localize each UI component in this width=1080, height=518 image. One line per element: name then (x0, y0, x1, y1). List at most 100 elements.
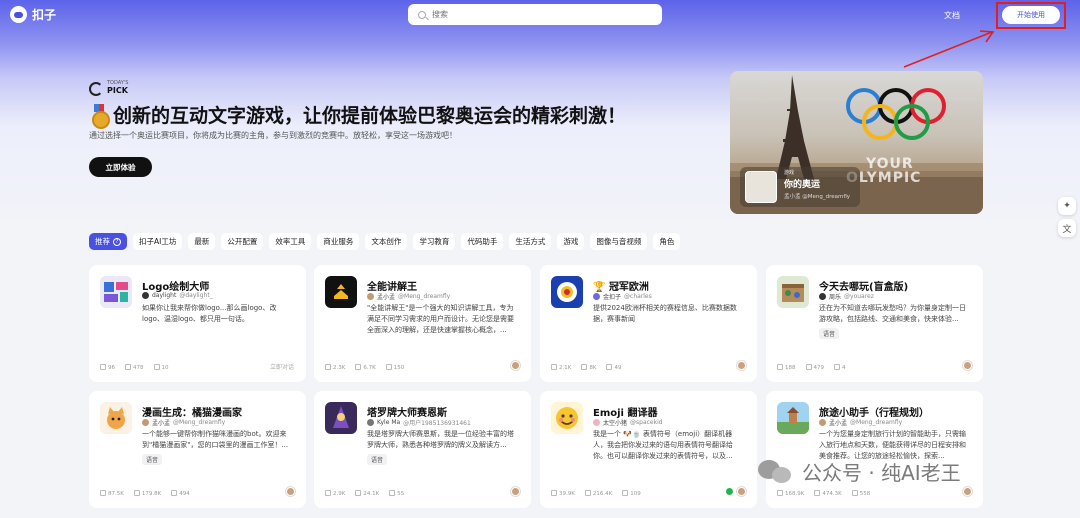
hero-title-text: 创新的互动文字游戏，让你提前体验巴黎奥运会的精彩刺激！ (113, 105, 627, 127)
bot-card[interactable]: 今天去哪玩(盲盒版) 周乐 @youarez 还在为不知道去哪玩发愁吗？为你量身定… (766, 265, 983, 382)
copy-icon (385, 364, 392, 370)
logo-icon (10, 6, 27, 23)
bot-stats: 168.9K 474.3K 558 (777, 490, 870, 497)
bot-card[interactable]: 漫画生成：橘猫漫画家 孟小孟 @Meng_dreamfly 一个能够一键帮你制作猫… (89, 391, 306, 508)
copy-icon (851, 490, 858, 496)
emoji-translator-icon (551, 402, 583, 434)
chat-icon (581, 364, 588, 370)
pick-big-label: PICK (107, 86, 128, 95)
tab-latest[interactable]: 最新 (188, 233, 216, 250)
bot-description: 一个能够一键帮你制作猫咪漫画的bot。欢迎来到"橘猫漫画家"，您的口袋里的漫画工… (142, 430, 289, 449)
translate-icon[interactable]: 文 (1058, 219, 1076, 237)
users-icon (325, 490, 331, 496)
bot-card[interactable]: 全能讲解王 孟小孟 @Meng_dreamfly "全能讲解王"是一个强大的知识讲… (314, 265, 531, 382)
copy-icon (389, 490, 396, 496)
bot-title: 今天去哪玩(盲盒版) (819, 282, 909, 293)
tab-recommended[interactable]: 推荐 ? (89, 233, 127, 250)
tab-games[interactable]: 游戏 (557, 233, 585, 250)
bot-author: 周乐 @youarez (819, 292, 874, 301)
bot-description: "全能讲解王"是一个强大的知识讲解工具，专为满足不同学习需求的用户而设计。无论您… (367, 304, 514, 334)
bot-description: 我是塔罗牌大师赛恩斯，我是一位经验丰富的塔罗牌大师，熟悉各种塔罗牌的牌义及解读方… (367, 430, 514, 449)
bot-card[interactable]: 塔罗牌大师赛恩斯 Kyle Ma @用户1985136931461 我是塔罗牌大师… (314, 391, 531, 508)
bot-stats: 2.3K 6.7K 150 (325, 364, 404, 371)
author-avatar (142, 292, 149, 299)
users-icon (551, 364, 557, 370)
bot-stats: 2.1K 8K 49 (551, 364, 621, 371)
logo-master-icon (100, 276, 132, 308)
featured-banner[interactable]: YOUR OLYMPIC 游戏 你的奥运 孟小孟 @Meng_dreamfly (730, 71, 983, 214)
search-icon (418, 10, 426, 19)
copy-icon (171, 490, 178, 496)
tab-business[interactable]: 商业服务 (317, 233, 360, 250)
bot-description: 提供2024欧洲杯相关的赛程信息、比赛数据数据，赛事新闻 (593, 304, 737, 323)
bot-card[interactable]: Emoji 翻译器 太空小猪 @spacekid 我是一个 🐶🍵 表情符号（emo… (540, 391, 757, 508)
bot-title: 全能讲解王 (367, 282, 417, 293)
tab-productivity[interactable]: 效率工具 (269, 233, 312, 250)
search-input[interactable] (432, 10, 632, 19)
ai-sparkle-icon[interactable]: ✦ (1058, 197, 1076, 215)
hero-subtitle: 通过选择一个奥运比赛项目，你将成为比赛的主角，参与到激烈的竞赛中。放轻松，享受这… (89, 131, 457, 140)
banner-bot-tag: 游戏 (784, 170, 795, 176)
champion-europe-icon (551, 276, 583, 308)
chat-now-link[interactable]: 立即对话 (270, 362, 294, 371)
users-icon (777, 490, 783, 496)
docs-link[interactable]: 文档 (944, 10, 960, 21)
author-avatar (593, 419, 600, 426)
author-avatar (142, 419, 149, 426)
users-icon (777, 364, 783, 370)
chat-icon (355, 490, 362, 496)
users-icon (325, 364, 331, 370)
bot-description: 我是一个 🐶🍵 表情符号（emoji）翻译机器人，我会把你发过来的语句用表情符号… (593, 430, 733, 460)
copy-icon (606, 364, 613, 370)
creator-avatar (963, 487, 972, 496)
bot-author: 太空小猪 @spacekid (593, 418, 663, 427)
bot-card[interactable]: Logo绘制大师 daylight @daylight_ 如果你让我来帮你做log… (89, 265, 306, 382)
bot-author: 孟小孟 @Meng_dreamfly (142, 418, 225, 427)
category-tabs: 推荐 ? 扣子AI工坊 最新 公开配置 效率工具 商业服务 文本创作 学习教育 … (89, 233, 681, 250)
bot-card[interactable]: 🏆 冠军欧洲 金扣子 @charles 提供2024欧洲杯相关的赛程信息、比赛数据… (540, 265, 757, 382)
tab-writing[interactable]: 文本创作 (365, 233, 408, 250)
creator-avatar (511, 487, 520, 496)
tab-image-audio-video[interactable]: 图像与音视频 (590, 233, 648, 250)
try-now-button[interactable]: 立即体验 (89, 157, 152, 177)
search-box[interactable] (408, 4, 662, 25)
annotation-arrow-icon (903, 30, 995, 68)
travel-assistant-icon (777, 402, 809, 434)
author-avatar (367, 293, 374, 300)
tab-education[interactable]: 学习教育 (413, 233, 456, 250)
annotation-highlight-box (996, 2, 1066, 29)
watermark-text: 公众号 · 纯AI老王 (802, 461, 961, 485)
bot-author: Kyle Ma @用户1985136931461 (367, 418, 471, 427)
author-avatar (819, 419, 826, 426)
bot-author: daylight @daylight_ (142, 292, 213, 299)
bot-stats: 96 478 10 (100, 364, 169, 371)
tab-coze-ai-workshop[interactable]: 扣子AI工坊 (133, 233, 183, 250)
online-status-dot (726, 488, 733, 495)
banner-bot-thumbnail (745, 171, 777, 203)
author-avatar (819, 293, 826, 300)
banner-bot-card[interactable]: 游戏 你的奥运 孟小孟 @Meng_dreamfly (740, 167, 860, 207)
users-icon (100, 364, 106, 370)
bot-card[interactable]: 旅途小助手（行程规划） 孟小孟 @Meng_dreamfly 一个为您量身定制旅行… (766, 391, 983, 508)
tab-roles[interactable]: 角色 (653, 233, 681, 250)
bot-title: 旅途小助手（行程规划） (819, 408, 929, 419)
tab-public-config[interactable]: 公开配置 (221, 233, 264, 250)
wechat-icon (758, 458, 794, 486)
bot-stats: 39.9K 216.4K 109 (551, 490, 641, 497)
bot-title: 塔罗牌大师赛恩斯 (367, 408, 447, 419)
bot-description: 还在为不知道去哪玩发愁吗？为你量身定制一日游攻略，包括路线、交通和美食，快来体验… (819, 304, 966, 323)
creator-avatar (286, 487, 295, 496)
bot-author: 孟小孟 @Meng_dreamfly (367, 292, 450, 301)
chat-icon (584, 490, 591, 496)
medal-icon (89, 103, 110, 129)
bot-stats: 2.9K 24.1K 55 (325, 490, 404, 497)
bot-title: 🏆 冠军欧洲 (593, 282, 649, 293)
bot-author: 孟小孟 @Meng_dreamfly (819, 418, 902, 427)
tab-code-assistant[interactable]: 代码助手 (461, 233, 504, 250)
creator-avatar (737, 487, 746, 496)
orange-cat-comic-icon (100, 402, 132, 434)
app-logo[interactable]: 扣子 (10, 6, 56, 23)
app-name: 扣子 (32, 8, 57, 22)
lecture-king-icon (325, 276, 357, 308)
tab-lifestyle[interactable]: 生活方式 (509, 233, 552, 250)
